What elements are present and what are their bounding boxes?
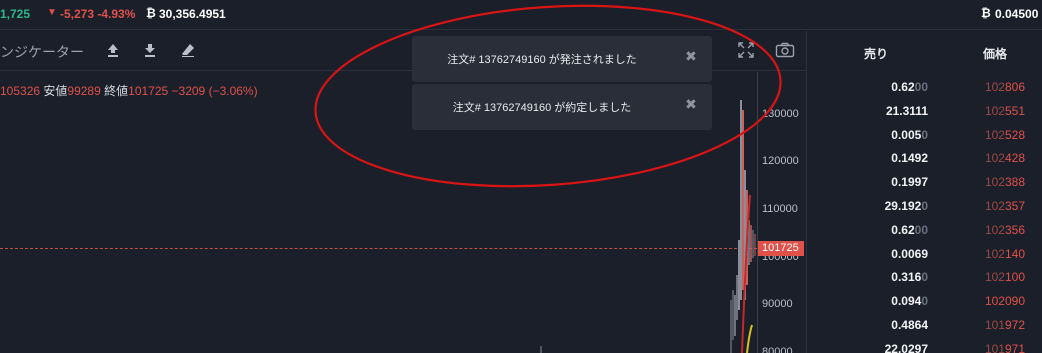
annotation-ellipse <box>314 4 782 188</box>
